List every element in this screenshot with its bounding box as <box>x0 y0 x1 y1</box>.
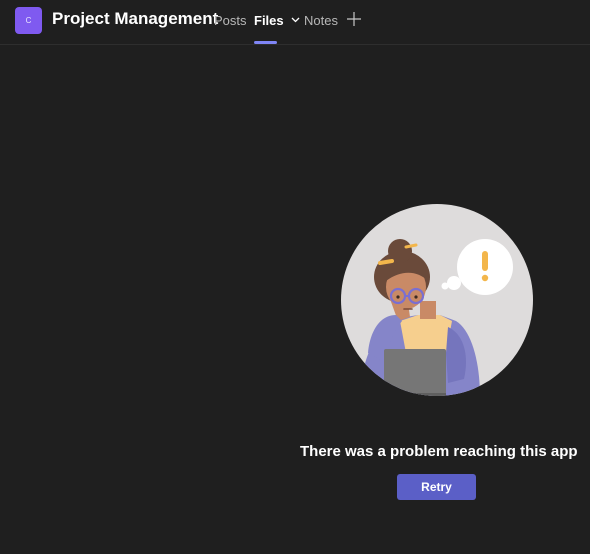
tab-notes[interactable]: Notes <box>304 13 338 28</box>
team-avatar[interactable]: C <box>15 7 42 34</box>
plus-icon[interactable] <box>346 11 362 27</box>
tab-files-label: Files <box>254 13 284 28</box>
tab-notes-label: Notes <box>304 13 338 28</box>
app-header: C Project Management Posts Files Notes <box>0 0 590 45</box>
chevron-down-icon <box>291 17 300 23</box>
tab-posts-label: Posts <box>214 13 247 28</box>
tab-files[interactable]: Files <box>254 13 300 28</box>
retry-button[interactable]: Retry <box>397 474 476 500</box>
tab-posts[interactable]: Posts <box>214 13 247 28</box>
error-message: There was a problem reaching this app <box>300 443 578 460</box>
active-tab-indicator <box>254 41 277 44</box>
error-illustration <box>341 204 533 396</box>
team-title: Project Management <box>52 9 219 28</box>
